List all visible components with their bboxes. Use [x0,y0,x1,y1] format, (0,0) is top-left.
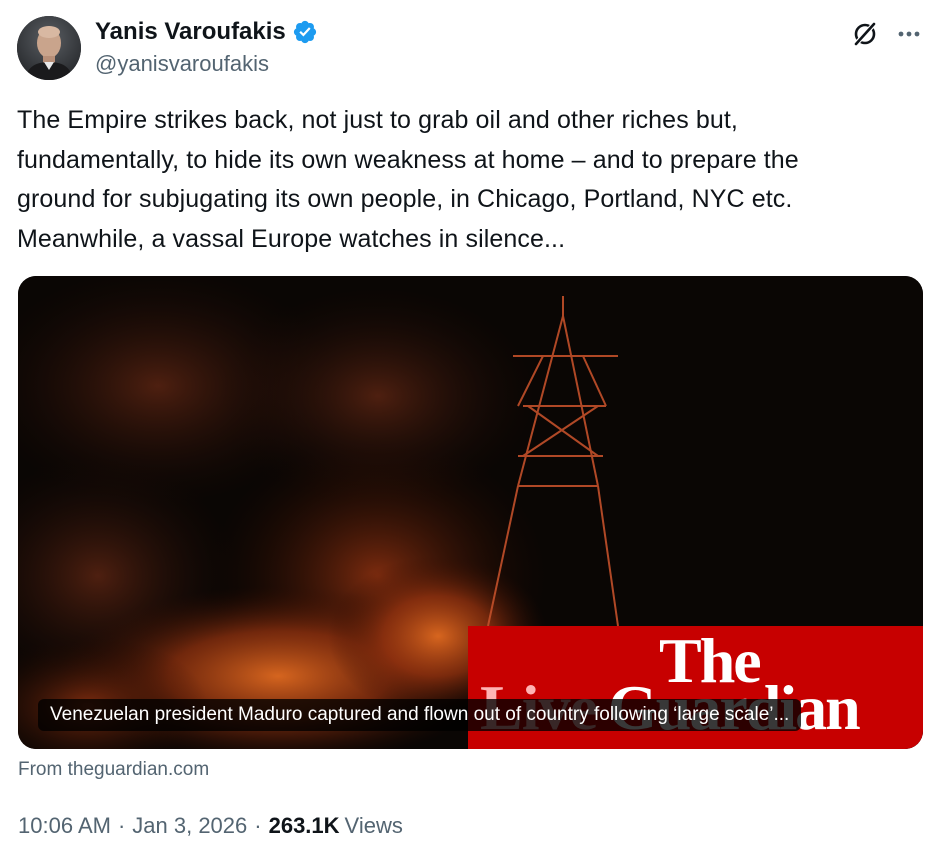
tweet-time[interactable]: 10:06 AM [18,812,111,840]
author-name[interactable]: Yanis Varoufakis [95,17,286,47]
more-horizontal-icon[interactable] [893,19,925,49]
tweet[interactable]: Yanis Varoufakis @yanisvaroufakis The Em… [0,0,946,848]
tweet-text: The Empire strikes back, not just to gra… [17,106,799,253]
author-handle[interactable]: @yanisvaroufakis [95,50,269,78]
avatar[interactable] [17,16,81,80]
author-name-row: Yanis Varoufakis [95,17,318,47]
verified-badge-icon[interactable] [292,19,318,45]
card-headline[interactable]: Venezuelan president Maduro captured and… [38,699,802,731]
link-card[interactable]: The Live Guardian Venezuelan president M… [18,276,923,749]
meta-separator: · [254,813,262,838]
card-source[interactable]: From theguardian.com [18,758,209,782]
grok-icon[interactable] [850,19,880,49]
tweet-meta: 10:06 AM · Jan 3, 2026 · 263.1K Views [18,812,403,840]
views-label: Views [344,813,403,838]
avatar-image [17,16,81,80]
views-count[interactable]: 263.1K [269,812,340,840]
meta-separator: · [117,813,126,838]
tweet-date[interactable]: Jan 3, 2026 [132,812,247,840]
